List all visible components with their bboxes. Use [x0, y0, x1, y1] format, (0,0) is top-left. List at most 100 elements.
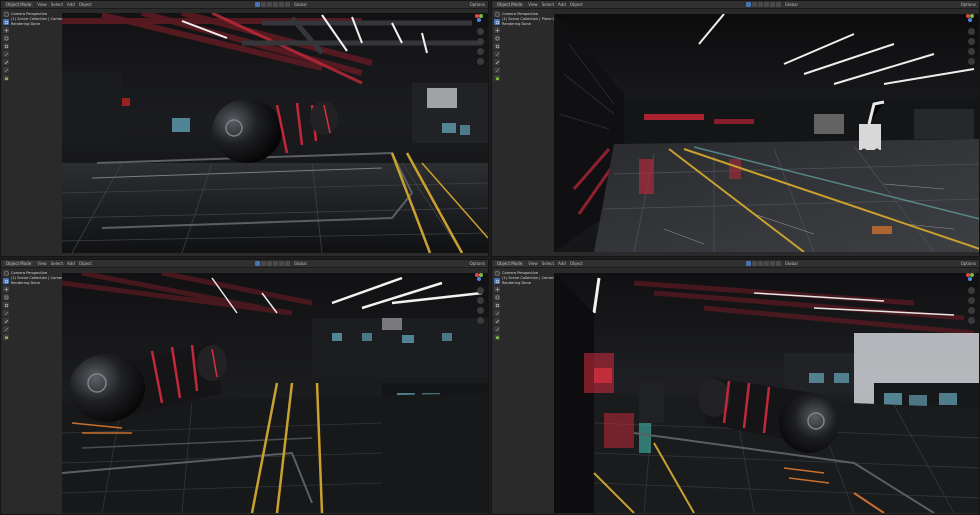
transform-icon[interactable] — [494, 51, 500, 57]
material-icon[interactable] — [757, 261, 763, 266]
rotate-icon[interactable] — [494, 35, 500, 41]
object-menu[interactable]: Object — [570, 2, 583, 7]
view-menu[interactable]: View — [37, 261, 47, 266]
grid-icon[interactable] — [477, 58, 484, 65]
cursor-icon[interactable] — [3, 278, 9, 284]
mode-dropdown[interactable]: Object Mode — [495, 2, 525, 7]
measure-icon[interactable] — [494, 67, 500, 73]
xray-icon[interactable] — [284, 2, 290, 7]
measure-icon[interactable] — [3, 326, 9, 332]
move-icon[interactable] — [3, 286, 9, 292]
wireframe-icon[interactable] — [751, 261, 757, 266]
object-menu[interactable]: Object — [570, 261, 583, 266]
wireframe-icon[interactable] — [260, 2, 266, 7]
move-icon[interactable] — [494, 286, 500, 292]
camera-icon[interactable] — [477, 48, 484, 55]
shading-buttons[interactable] — [254, 2, 290, 7]
zoom-icon[interactable] — [477, 28, 484, 35]
add-menu[interactable]: Add — [558, 261, 566, 266]
transform-dropdown[interactable]: Global — [294, 2, 307, 7]
move-icon[interactable] — [494, 27, 500, 33]
options-menu[interactable]: Options — [470, 261, 485, 266]
measure-icon[interactable] — [3, 67, 9, 73]
render-view[interactable] — [62, 13, 488, 253]
transform-dropdown[interactable]: Global — [294, 261, 307, 266]
xray-icon[interactable] — [284, 261, 290, 266]
material-icon[interactable] — [266, 261, 272, 266]
material-icon[interactable] — [266, 2, 272, 7]
select-menu[interactable]: Select — [51, 261, 63, 266]
rendered-icon[interactable] — [763, 261, 769, 266]
render-view[interactable] — [554, 14, 979, 252]
select-box-icon[interactable] — [3, 11, 9, 17]
rotate-icon[interactable] — [3, 294, 9, 300]
rendered-icon[interactable] — [272, 261, 278, 266]
pan-hand-icon[interactable] — [477, 297, 484, 304]
object-menu[interactable]: Object — [79, 2, 92, 7]
rendered-icon[interactable] — [763, 2, 769, 7]
overlay-icon[interactable] — [278, 2, 284, 7]
pan-hand-icon[interactable] — [968, 297, 975, 304]
scale-icon[interactable] — [3, 302, 9, 308]
select-box-icon[interactable] — [494, 11, 500, 17]
select-menu[interactable]: Select — [542, 261, 554, 266]
xray-icon[interactable] — [775, 261, 781, 266]
grid-icon[interactable] — [968, 58, 975, 65]
overlay-icon[interactable] — [769, 261, 775, 266]
scale-icon[interactable] — [494, 302, 500, 308]
add-menu[interactable]: Add — [67, 261, 75, 266]
zoom-icon[interactable] — [477, 287, 484, 294]
navigation-gizmo[interactable] — [964, 12, 976, 24]
transform-icon[interactable] — [3, 51, 9, 57]
shading-buttons[interactable] — [254, 261, 290, 266]
render-view[interactable] — [554, 273, 979, 513]
add-cube-icon[interactable] — [3, 334, 9, 340]
solid-shading-icon[interactable] — [254, 261, 260, 266]
navigation-gizmo[interactable] — [964, 271, 976, 283]
measure-icon[interactable] — [494, 326, 500, 332]
grid-icon[interactable] — [477, 317, 484, 324]
add-menu[interactable]: Add — [558, 2, 566, 7]
add-cube-icon[interactable] — [494, 334, 500, 340]
select-box-icon[interactable] — [3, 270, 9, 276]
rendered-icon[interactable] — [272, 2, 278, 7]
scale-icon[interactable] — [3, 43, 9, 49]
transform-icon[interactable] — [3, 310, 9, 316]
object-menu[interactable]: Object — [79, 261, 92, 266]
xray-icon[interactable] — [775, 2, 781, 7]
wireframe-icon[interactable] — [751, 2, 757, 7]
navigation-gizmo[interactable] — [473, 12, 485, 24]
rotate-icon[interactable] — [3, 35, 9, 41]
viewport-top-left[interactable]: Object Mode View Select Add Object Globa… — [0, 0, 489, 257]
viewport-top-right[interactable]: Object Mode View Select Add Object Globa… — [491, 0, 980, 257]
cursor-icon[interactable] — [494, 19, 500, 25]
move-icon[interactable] — [3, 27, 9, 33]
mode-dropdown[interactable]: Object Mode — [495, 261, 525, 266]
add-menu[interactable]: Add — [67, 2, 75, 7]
wireframe-icon[interactable] — [260, 261, 266, 266]
mode-dropdown[interactable]: Object Mode — [4, 261, 34, 266]
transform-dropdown[interactable]: Global — [785, 2, 798, 7]
overlay-icon[interactable] — [769, 2, 775, 7]
shading-buttons[interactable] — [745, 2, 781, 7]
rotate-icon[interactable] — [494, 294, 500, 300]
scale-icon[interactable] — [494, 43, 500, 49]
options-menu[interactable]: Options — [470, 2, 485, 7]
select-box-icon[interactable] — [494, 270, 500, 276]
annotate-icon[interactable] — [494, 318, 500, 324]
overlay-icon[interactable] — [278, 261, 284, 266]
solid-shading-icon[interactable] — [745, 2, 751, 7]
transform-dropdown[interactable]: Global — [785, 261, 798, 266]
transform-icon[interactable] — [494, 310, 500, 316]
pan-hand-icon[interactable] — [477, 38, 484, 45]
annotate-icon[interactable] — [494, 59, 500, 65]
annotate-icon[interactable] — [3, 59, 9, 65]
material-icon[interactable] — [757, 2, 763, 7]
options-menu[interactable]: Options — [961, 261, 976, 266]
select-menu[interactable]: Select — [542, 2, 554, 7]
add-cube-icon[interactable] — [3, 75, 9, 81]
add-cube-icon[interactable] — [494, 75, 500, 81]
pan-hand-icon[interactable] — [968, 38, 975, 45]
cursor-icon[interactable] — [3, 19, 9, 25]
view-menu[interactable]: View — [37, 2, 47, 7]
